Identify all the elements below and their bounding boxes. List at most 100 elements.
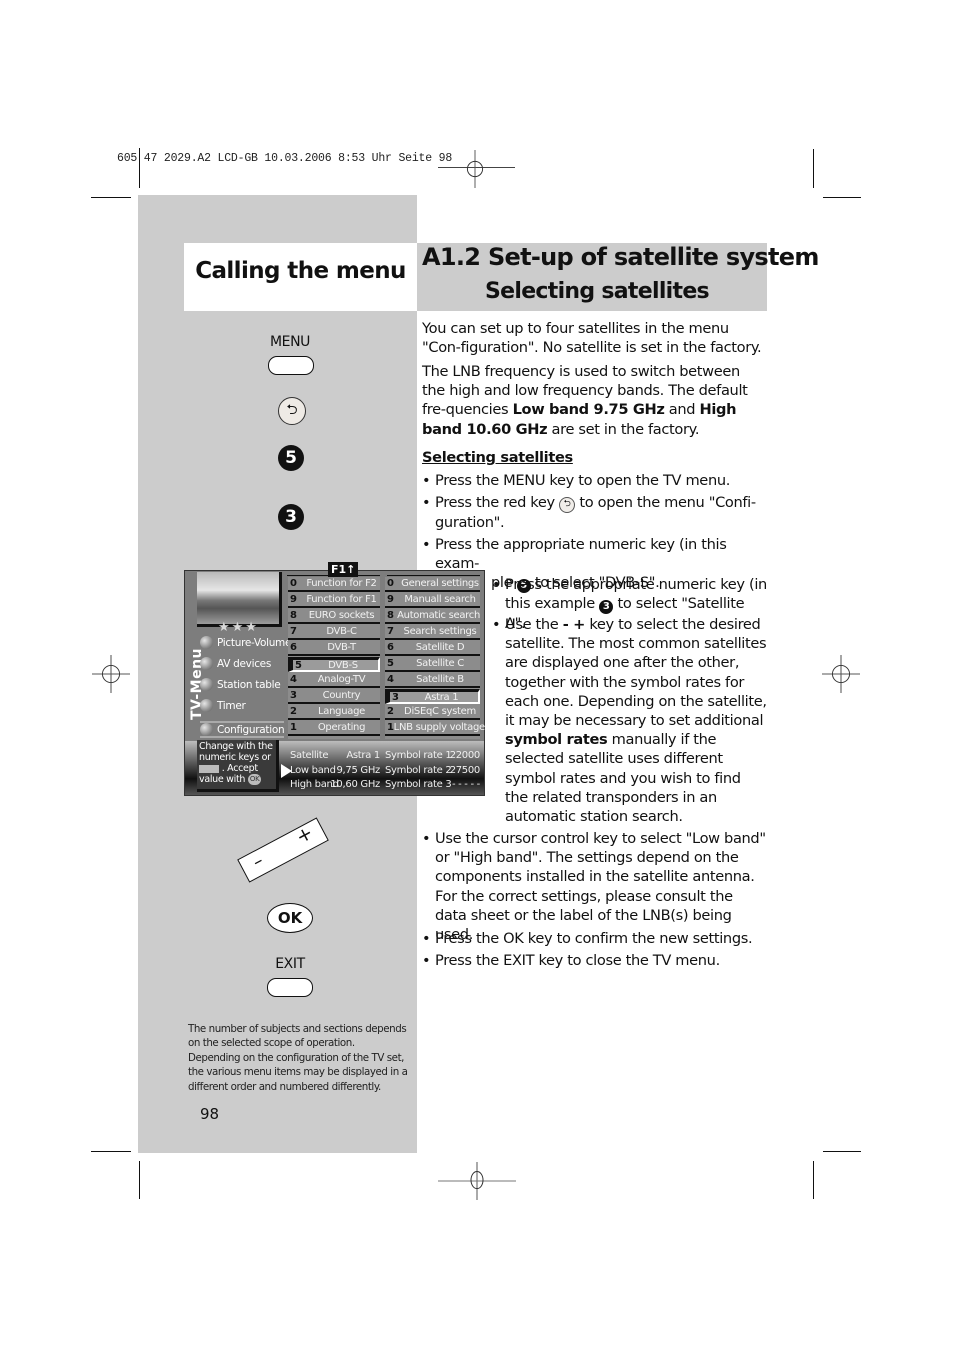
dvbs-menu-item[interactable]: 6 Satellite D [385, 641, 480, 656]
menu-item-number: 4 [290, 674, 297, 685]
help-text: Change with the [199, 741, 273, 752]
exit-key-label: EXIT [275, 956, 305, 972]
config-menu-item[interactable]: 1 Operating [288, 721, 380, 736]
menu-item-number: 6 [290, 642, 297, 653]
ok-key[interactable]: OK [267, 903, 313, 933]
divider [287, 575, 380, 576]
crop-mark [823, 197, 861, 198]
menu-ball-icon [200, 678, 213, 691]
exit-key[interactable] [267, 978, 313, 997]
tv-menu-item-configuration[interactable]: Configuration [200, 721, 285, 738]
tv-menu-item-av-devices[interactable]: AV devices [200, 657, 271, 670]
instruction-bullet: • Press the OK key to confirm the new se… [422, 929, 767, 948]
menu-item-label: Language [318, 706, 365, 717]
registration-mark-icon [438, 1162, 516, 1200]
config-menu-item[interactable]: 2 Language [288, 705, 380, 720]
menu-key-label: MENU [269, 334, 311, 350]
menu-item-label: DiSEqC system [404, 706, 476, 717]
menu-item-label: DVB-C [326, 626, 357, 637]
menu-item-label: Station table [217, 678, 281, 691]
menu-item-label: Satellite C [416, 658, 464, 669]
menu-item-number: 1 [290, 722, 297, 733]
menu-item-label: Satellite D [415, 642, 465, 653]
config-submenu: 0 Function for F2 9 Function for F1 8 EURO so… [288, 577, 380, 739]
tv-menu-item-station-table[interactable]: Station table [200, 678, 281, 691]
menu-item-number: 9 [290, 594, 297, 605]
instruction-bullet: • Press the MENU key to open the TV menu… [422, 471, 767, 490]
menu-item-label: Astra 1 [424, 691, 459, 703]
menu-item-label: Function for F1 [306, 594, 377, 605]
minus-icon: – [249, 850, 267, 873]
dvbs-menu-item[interactable]: 4 Satellite B [385, 673, 480, 688]
bullet-icon: • [422, 472, 431, 489]
text: are set in the factory. [547, 420, 700, 438]
text: and [664, 401, 700, 419]
config-menu-item[interactable]: 9 Function for F1 [288, 593, 380, 608]
menu-item-number: 3 [290, 690, 297, 701]
dvbs-menu-item[interactable]: 3 Astra 1 [385, 689, 480, 704]
crop-mark [139, 148, 140, 188]
bullet-icon: • [422, 952, 431, 969]
menu-item-number: 5 [387, 658, 394, 669]
number-key-3[interactable]: 3 [278, 504, 304, 530]
bullet-icon: • [422, 830, 431, 847]
menu-ball-icon [200, 657, 213, 670]
crop-mark [813, 1161, 814, 1199]
bullet-text: Press the red key [435, 494, 560, 511]
subheading-selecting-satellites: Selecting satellites [422, 449, 573, 466]
menu-item-number: 3 [392, 691, 399, 703]
config-menu-item[interactable]: 5 DVB-S [288, 657, 380, 672]
section-title-calling-menu: Calling the menu [195, 258, 406, 284]
tv-menu-item-timer[interactable]: Timer [200, 699, 246, 712]
info-rate: - - - - - [451, 779, 480, 790]
info-rate: 22000 [449, 750, 481, 761]
crop-mark [813, 149, 814, 188]
menu-item-number: 0 [387, 578, 394, 589]
crop-mark [823, 1151, 861, 1152]
ok-key-icon: OK [247, 774, 262, 785]
menu-item-number: 6 [387, 642, 394, 653]
registration-mark-icon [456, 150, 494, 188]
return-arrow-icon: ⮌ [286, 402, 298, 418]
menu-item-label: Country [322, 690, 361, 701]
dvbs-menu-item[interactable]: 9 Manuall search [385, 593, 480, 608]
menu-item-label: Analog-TV [317, 674, 366, 685]
footnote: The number of subjects and sections depe… [188, 1023, 408, 1093]
config-menu-item[interactable]: 0 Function for F2 [288, 577, 380, 592]
menu-item-label: Timer [217, 699, 246, 712]
tv-preview-image [197, 572, 282, 627]
tv-menu-item-picture-volume[interactable]: Picture-Volume [200, 636, 291, 649]
menu-key[interactable] [268, 356, 314, 375]
info-rate-label: Symbol rate 1 [385, 750, 452, 761]
number-key-5[interactable]: 5 [278, 445, 304, 471]
tv-help-box: Change with the numeric keys or . Accept… [197, 740, 279, 792]
dvbs-menu-item[interactable]: 1 LNB supply voltage [385, 721, 485, 736]
menu-item-label: Operating [317, 722, 366, 733]
dvbs-menu-item[interactable]: 7 Search settings [385, 625, 480, 640]
config-menu-item[interactable]: 7 DVB-C [288, 625, 380, 640]
menu-item-number: 0 [290, 578, 297, 589]
menu-item-number: 4 [387, 674, 394, 685]
red-return-key[interactable]: ⮌ [278, 397, 306, 425]
dvbs-menu-item[interactable]: 8 Automatic search [385, 609, 480, 624]
bullet-text: Use the [505, 616, 563, 633]
config-menu-item[interactable]: 4 Analog-TV [288, 673, 380, 688]
config-menu-item[interactable]: 8 EURO sockets [288, 609, 380, 624]
dvbs-menu-item[interactable]: 5 Satellite C [385, 657, 480, 672]
config-menu-item[interactable]: 6 DVB-T [288, 641, 380, 656]
info-value: 10,60 GHz [330, 779, 380, 790]
print-header: 605 47 2029.A2 LCD-GB 10.03.2006 8:53 Uh… [117, 152, 453, 165]
bullet-text: Press the appropriate numeric key (in th… [435, 536, 727, 573]
menu-item-label: LNB supply voltage [393, 722, 485, 733]
config-menu-item[interactable]: 3 Country [288, 689, 380, 704]
menu-item-label: Manuall search [404, 594, 476, 605]
menu-item-label: EURO sockets [308, 610, 375, 621]
help-text: . Accept [221, 763, 258, 774]
menu-item-label: AV devices [217, 657, 271, 670]
page-number: 98 [200, 1105, 220, 1123]
menu-item-number: 2 [290, 706, 297, 717]
bold-text: Low band 9.75 GHz [512, 401, 665, 419]
dvbs-submenu: 0 General settings 9 Manuall search 8 Automat… [385, 577, 485, 739]
menu-item-label: Search settings [403, 626, 477, 637]
dvbs-menu-item[interactable]: 2 DiSEqC system [385, 705, 480, 720]
